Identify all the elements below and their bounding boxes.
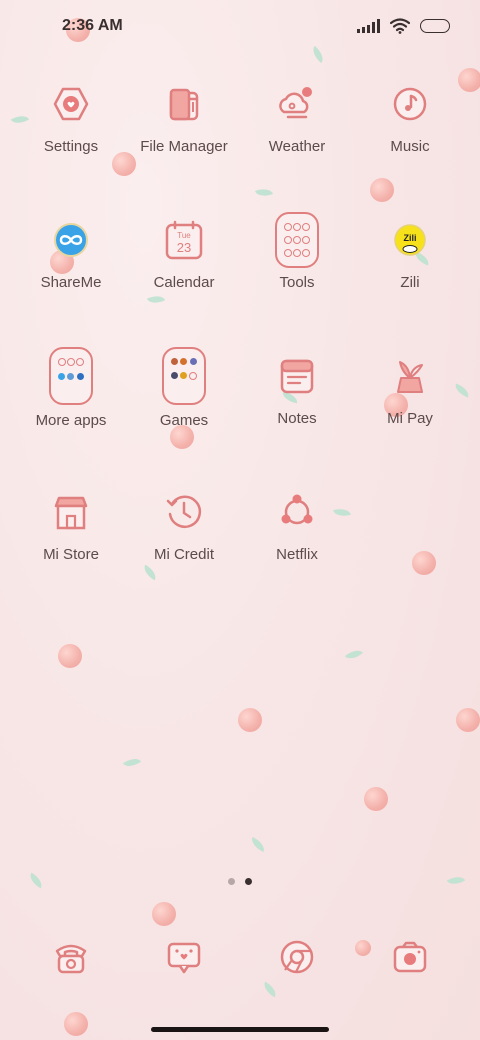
browser-icon xyxy=(275,935,319,979)
status-icons xyxy=(357,18,450,34)
mi-pay-icon xyxy=(388,354,432,398)
leaf-decoration xyxy=(344,645,364,664)
app-label: Music xyxy=(390,138,430,155)
leaf-decoration xyxy=(140,564,160,581)
zili-icon: Zili xyxy=(388,218,432,262)
folder-tools[interactable]: Tools xyxy=(241,212,353,291)
peach-decoration xyxy=(152,902,176,926)
folder-more-apps[interactable]: More apps xyxy=(15,347,127,429)
notes-icon xyxy=(275,354,319,398)
store-icon xyxy=(49,490,93,534)
app-settings[interactable]: Settings xyxy=(15,82,127,155)
peach-decoration xyxy=(112,152,136,176)
app-mi-pay[interactable]: Mi Pay xyxy=(354,354,466,427)
app-label: ShareMe xyxy=(40,274,102,291)
netflix-share-icon xyxy=(275,490,319,534)
dock-browser[interactable] xyxy=(241,935,353,979)
status-bar: 2:36 AM xyxy=(0,0,480,56)
leaf-decoration xyxy=(260,981,280,998)
peach-decoration xyxy=(238,708,262,732)
app-mi-store[interactable]: Mi Store xyxy=(15,490,127,563)
music-icon xyxy=(388,82,432,126)
app-label: Tools xyxy=(279,274,315,291)
app-calendar[interactable]: Tue 23 Calendar xyxy=(128,218,240,291)
app-shareme[interactable]: ShareMe xyxy=(15,218,127,291)
app-label: Mi Store xyxy=(43,546,99,563)
app-zili[interactable]: Zili Zili xyxy=(354,218,466,291)
app-label: More apps xyxy=(35,412,107,429)
peach-decoration xyxy=(456,708,480,732)
peach-decoration xyxy=(64,1012,88,1036)
camera-icon xyxy=(388,935,432,979)
page-indicator[interactable] xyxy=(228,878,252,885)
app-label: Zili xyxy=(400,274,420,291)
app-label: File Manager xyxy=(140,138,228,155)
home-indicator-bar[interactable] xyxy=(151,1027,329,1032)
page-dot-2-active[interactable] xyxy=(245,878,252,885)
app-label: Weather xyxy=(268,138,326,155)
folder-more-apps-icon xyxy=(49,347,93,405)
settings-icon xyxy=(49,82,93,126)
zili-badge-text: Zili xyxy=(404,233,417,243)
leaf-decoration xyxy=(248,837,268,852)
app-label: Notes xyxy=(277,410,317,427)
battery-icon xyxy=(420,19,450,33)
app-mi-credit[interactable]: Mi Credit xyxy=(128,490,240,563)
phone-icon xyxy=(49,935,93,979)
leaf-decoration xyxy=(446,872,466,889)
page-dot-1[interactable] xyxy=(228,878,235,885)
shareme-icon xyxy=(49,218,93,262)
app-label: Games xyxy=(159,412,209,429)
calendar-day: Tue xyxy=(177,231,191,240)
folder-games[interactable]: Games xyxy=(128,347,240,429)
calendar-date: 23 xyxy=(177,240,191,255)
app-notes[interactable]: Notes xyxy=(241,354,353,427)
signal-icon xyxy=(357,19,380,33)
folder-games-icon xyxy=(162,347,206,405)
peach-decoration xyxy=(58,644,82,668)
app-label: Netflix xyxy=(276,546,318,563)
app-music[interactable]: Music xyxy=(354,82,466,155)
dock-phone[interactable] xyxy=(15,935,127,979)
app-label: Settings xyxy=(43,138,99,155)
peach-decoration xyxy=(370,178,394,202)
leaf-decoration xyxy=(254,185,274,200)
messages-icon xyxy=(162,935,206,979)
leaf-decoration xyxy=(122,754,142,771)
folder-icon xyxy=(162,82,206,126)
app-netflix[interactable]: Netflix xyxy=(241,490,353,563)
app-file-manager[interactable]: File Manager xyxy=(128,82,240,155)
peach-decoration xyxy=(412,551,436,575)
dock-messages[interactable] xyxy=(128,935,240,979)
dock-camera[interactable] xyxy=(354,935,466,979)
app-label: Mi Pay xyxy=(387,410,433,427)
credit-clock-icon xyxy=(162,490,206,534)
folder-tools-icon xyxy=(275,212,319,268)
leaf-decoration xyxy=(26,872,46,889)
app-label: Mi Credit xyxy=(153,546,214,563)
weather-icon xyxy=(275,82,319,126)
calendar-icon: Tue 23 xyxy=(162,218,206,262)
peach-decoration xyxy=(364,787,388,811)
status-time: 2:36 AM xyxy=(62,17,123,34)
app-label: Calendar xyxy=(153,274,215,291)
wifi-icon xyxy=(390,18,410,34)
leaf-decoration xyxy=(146,292,166,307)
app-weather[interactable]: Weather xyxy=(241,82,353,155)
